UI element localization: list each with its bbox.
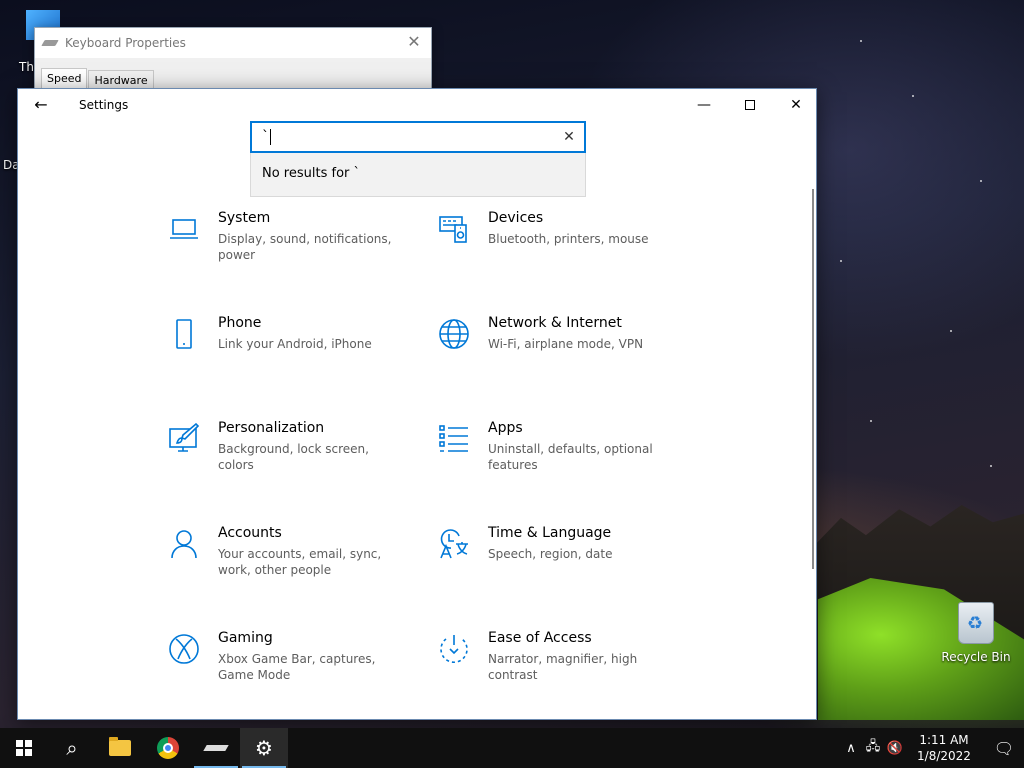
category-name: Apps — [488, 420, 523, 436]
back-button[interactable]: ← — [28, 93, 54, 117]
xbox-icon — [168, 629, 218, 709]
laptop-icon — [168, 209, 218, 289]
star — [912, 95, 914, 97]
search-input-value: ` — [262, 129, 269, 145]
start-button[interactable] — [0, 728, 48, 768]
category-desc: Display, sound, notifications, power — [218, 232, 392, 262]
category-gaming[interactable]: Gaming Xbox Game Bar, captures, Game Mode — [168, 629, 408, 709]
phone-icon — [168, 314, 218, 394]
keyboard-properties-tabs: Speed Hardware — [35, 58, 431, 90]
maximize-button[interactable] — [727, 89, 773, 121]
settings-window: ← Settings — ✕ ` ✕ No results for ` Syst… — [17, 88, 817, 720]
taskbar-search-button[interactable]: ⌕ — [48, 728, 96, 768]
settings-search: ` ✕ No results for ` — [250, 121, 586, 197]
category-devices[interactable]: Devices Bluetooth, printers, mouse — [438, 209, 678, 289]
scrollbar[interactable] — [812, 189, 814, 569]
category-network-internet[interactable]: Network & Internet Wi-Fi, airplane mode, … — [438, 314, 678, 394]
notifications-icon[interactable]: 🗨 — [984, 739, 1024, 758]
taskbar-file-explorer[interactable] — [96, 728, 144, 768]
taskbar: ⌕ ⚙ ∧ 🖧 🔇 1:11 AM 1/8/2022 🗨 — [0, 728, 1024, 768]
category-personalization[interactable]: Personalization Background, lock screen, … — [168, 419, 408, 499]
tab-hardware[interactable]: Hardware — [88, 70, 154, 90]
category-desc: Link your Android, iPhone — [218, 337, 372, 351]
category-name: Accounts — [218, 525, 282, 541]
star — [870, 420, 872, 422]
system-tray: ∧ 🖧 🔇 1:11 AM 1/8/2022 🗨 — [840, 728, 1024, 768]
person-icon — [168, 524, 218, 604]
category-name: Time & Language — [488, 525, 612, 541]
category-phone[interactable]: Phone Link your Android, iPhone — [168, 314, 408, 394]
category-desc: Wi-Fi, airplane mode, VPN — [488, 337, 644, 351]
star — [840, 260, 842, 262]
star — [990, 465, 992, 467]
recycle-bin-icon — [958, 602, 994, 644]
clock-time: 1:11 AM — [919, 733, 969, 747]
category-name: Personalization — [218, 420, 325, 436]
category-ease-of-access[interactable]: Ease of Access Narrator, magnifier, high … — [438, 629, 678, 709]
category-name: Phone — [218, 315, 262, 331]
category-system[interactable]: System Display, sound, notifications, pow… — [168, 209, 408, 289]
category-desc: Speech, region, date — [488, 547, 613, 561]
taskbar-clock[interactable]: 1:11 AM 1/8/2022 — [912, 732, 976, 764]
devices-icon — [438, 209, 488, 289]
tab-speed[interactable]: Speed — [41, 68, 88, 90]
windows-logo-icon — [16, 740, 32, 756]
keyboard-properties-title: Keyboard Properties — [65, 36, 186, 50]
category-desc: Your accounts, email, sync, work, other … — [218, 547, 382, 577]
network-icon[interactable]: 🖧 — [862, 737, 884, 759]
category-name: Network & Internet — [488, 315, 622, 331]
chrome-icon — [157, 737, 179, 759]
clock-date: 1/8/2022 — [917, 749, 971, 763]
recycle-bin-label: Recycle Bin — [941, 650, 1011, 664]
category-desc: Xbox Game Bar, captures, Game Mode — [218, 652, 376, 682]
no-results-text: No results for ` — [262, 166, 361, 181]
taskbar-chrome[interactable] — [144, 728, 192, 768]
taskbar-settings[interactable]: ⚙ — [240, 728, 288, 768]
settings-title: Settings — [79, 98, 129, 112]
gear-icon: ⚙ — [255, 736, 273, 760]
volume-muted-icon[interactable]: 🔇 — [884, 741, 906, 756]
category-accounts[interactable]: Accounts Your accounts, email, sync, work… — [168, 524, 408, 604]
category-name: System — [218, 210, 271, 226]
category-name: Ease of Access — [488, 630, 592, 646]
search-results-dropdown: No results for ` — [250, 153, 586, 197]
keyboard-properties-titlebar[interactable]: Keyboard Properties — [35, 28, 431, 58]
search-clear-button[interactable]: ✕ — [560, 128, 578, 146]
globe-icon — [438, 314, 488, 394]
folder-icon — [109, 737, 131, 756]
ease-of-access-icon — [438, 629, 488, 709]
star — [860, 40, 862, 42]
category-name: Gaming — [218, 630, 273, 646]
keyboard-icon — [203, 745, 229, 751]
brush-icon — [168, 419, 218, 499]
category-desc: Background, lock screen, colors — [218, 442, 369, 472]
text-caret — [270, 129, 271, 145]
tray-chevron-icon[interactable]: ∧ — [840, 741, 862, 756]
keyboard-properties-window[interactable]: Keyboard Properties ✕ Speed Hardware — [34, 27, 432, 90]
star — [980, 180, 982, 182]
category-desc: Uninstall, defaults, optional features — [488, 442, 653, 472]
close-button[interactable]: ✕ — [773, 89, 819, 121]
category-desc: Bluetooth, printers, mouse — [488, 232, 649, 246]
category-desc: Narrator, magnifier, high contrast — [488, 652, 638, 682]
apps-list-icon — [438, 419, 488, 499]
time-language-icon — [438, 524, 488, 604]
keyboard-properties-close-button[interactable]: ✕ — [405, 33, 423, 51]
search-input[interactable]: ` ✕ — [250, 121, 586, 153]
keyboard-icon — [41, 40, 59, 46]
taskbar-keyboard-properties[interactable] — [192, 728, 240, 768]
star — [950, 330, 952, 332]
category-name: Devices — [488, 210, 544, 226]
minimize-button[interactable]: — — [681, 89, 727, 121]
settings-titlebar[interactable]: ← Settings — ✕ — [18, 89, 816, 121]
search-icon: ⌕ — [66, 736, 78, 760]
maximize-icon — [745, 100, 755, 110]
category-time-language[interactable]: Time & Language Speech, region, date — [438, 524, 678, 604]
category-apps[interactable]: Apps Uninstall, defaults, optional featur… — [438, 419, 678, 499]
recycle-bin-desktop-icon[interactable]: Recycle Bin — [940, 602, 1012, 664]
